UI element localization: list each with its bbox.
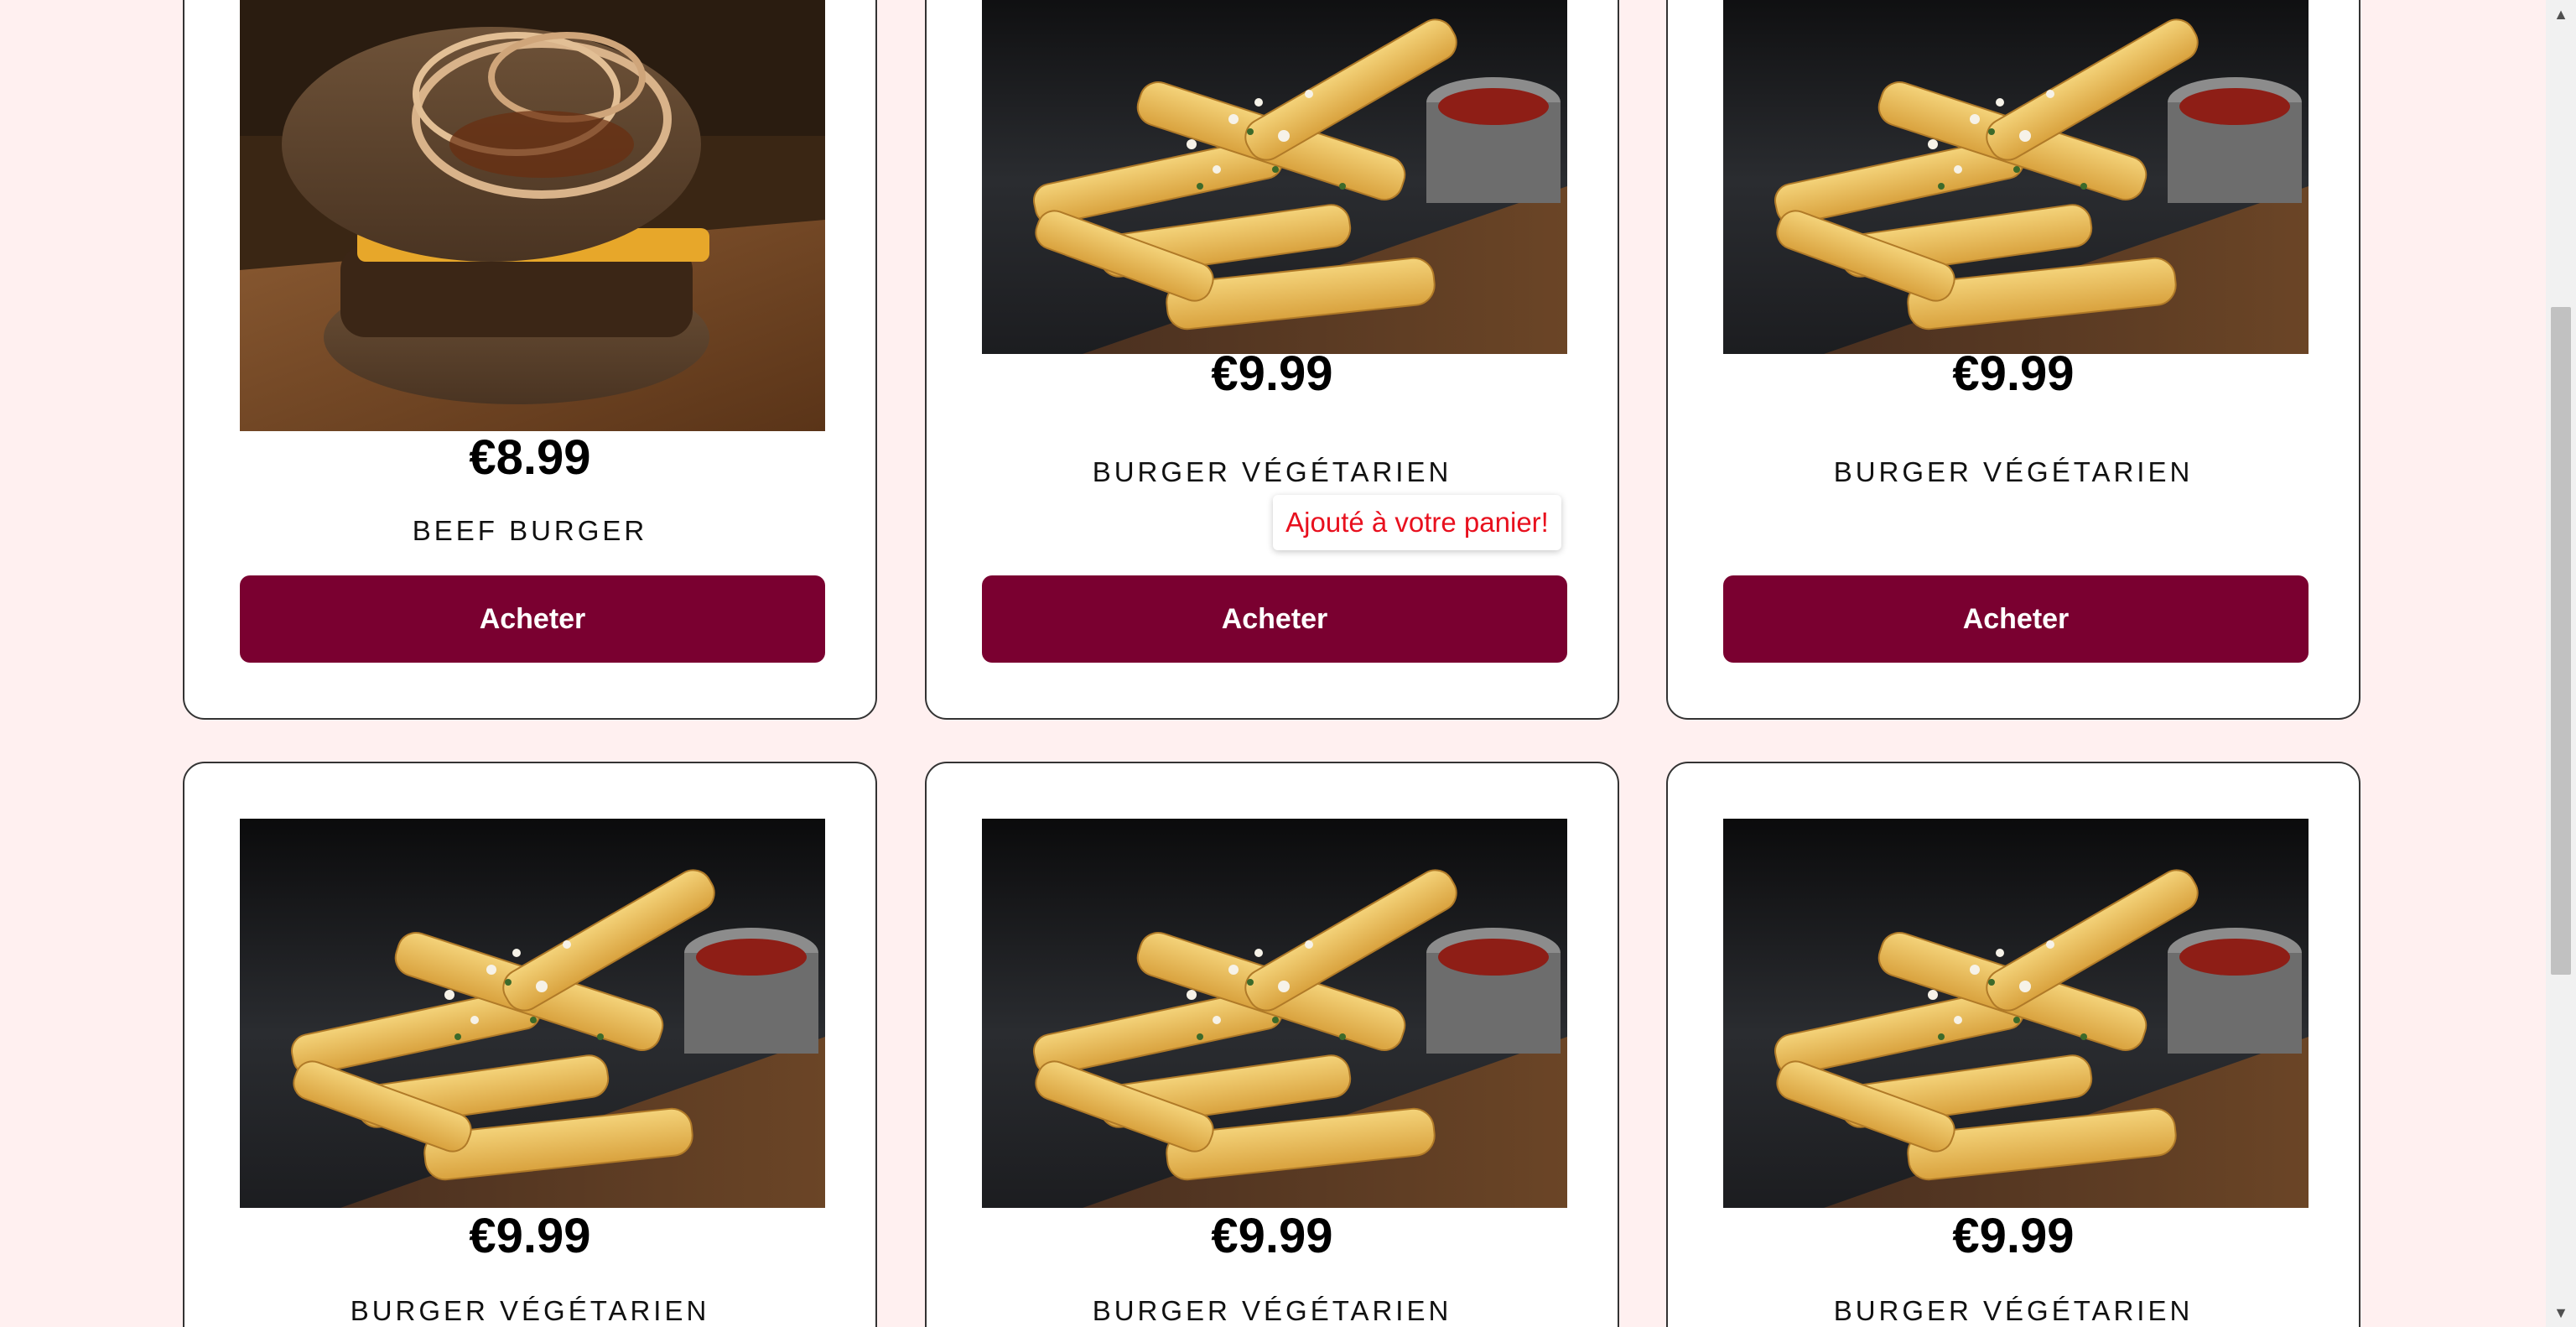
product-card: €8.99 BEEF BURGER Acheter	[183, 0, 877, 720]
beef-burger-photo	[240, 0, 825, 431]
product-price: €9.99	[1952, 346, 2075, 401]
product-price: €9.99	[1211, 346, 1333, 401]
fries-photo	[1723, 0, 2309, 354]
fries-photo	[1723, 819, 2309, 1208]
added-to-cart-toast: Ajouté à votre panier!	[1273, 495, 1561, 550]
fries-photo	[982, 819, 1567, 1208]
vertical-scrollbar[interactable]: ▲ ▼	[2546, 0, 2576, 1327]
product-card: €9.99 BURGER VÉGÉTARIEN	[183, 762, 877, 1327]
scroll-down-arrow-icon[interactable]: ▼	[2546, 1298, 2576, 1327]
product-name: BURGER VÉGÉTARIEN	[1092, 1295, 1452, 1326]
buy-button[interactable]: Acheter	[240, 575, 825, 663]
product-name: BURGER VÉGÉTARIEN	[1833, 1295, 2194, 1326]
product-card: €9.99 BURGER VÉGÉTARIEN Acheter	[925, 0, 1619, 720]
product-price: €9.99	[469, 1209, 591, 1263]
product-price: €9.99	[1211, 1209, 1333, 1263]
product-card: €9.99 BURGER VÉGÉTARIEN	[1666, 762, 2360, 1327]
fries-photo	[982, 0, 1567, 354]
product-card: €9.99 BURGER VÉGÉTARIEN	[925, 762, 1619, 1327]
product-name: BURGER VÉGÉTARIEN	[1833, 456, 2194, 487]
product-price: €8.99	[469, 430, 591, 485]
product-grid-page: €8.99 BEEF BURGER Acheter €9.99 BURGER V…	[0, 0, 2576, 1327]
product-name: BURGER VÉGÉTARIEN	[350, 1295, 710, 1326]
product-name: BURGER VÉGÉTARIEN	[1092, 456, 1452, 487]
product-price: €9.99	[1952, 1209, 2075, 1263]
scroll-up-arrow-icon[interactable]: ▲	[2546, 0, 2576, 29]
buy-button[interactable]: Acheter	[1723, 575, 2309, 663]
scrollbar-thumb[interactable]	[2551, 307, 2571, 975]
product-card: €9.99 BURGER VÉGÉTARIEN Acheter	[1666, 0, 2360, 720]
buy-button[interactable]: Acheter	[982, 575, 1567, 663]
fries-photo	[240, 819, 825, 1208]
product-name: BEEF BURGER	[412, 515, 648, 546]
